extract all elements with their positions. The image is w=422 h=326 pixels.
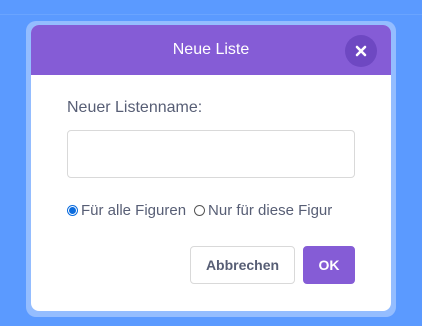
close-button[interactable]	[345, 35, 377, 67]
radio-all-sprites-label: Für alle Figuren	[81, 202, 187, 219]
dialog-title: Neue Liste	[172, 41, 250, 58]
close-icon	[355, 45, 367, 57]
radio-button-unchecked[interactable]	[194, 205, 206, 216]
new-list-dialog: Neue Liste Neuer Listenname: Für alle Fi…	[31, 25, 391, 311]
scope-radio-group: Für alle Figuren Nur für diese Figur	[67, 202, 332, 219]
list-name-input[interactable]	[67, 130, 355, 178]
cancel-button[interactable]: Abbrechen	[190, 246, 295, 284]
ok-button[interactable]: OK	[303, 246, 355, 284]
list-name-label: Neuer Listenname:	[67, 99, 203, 116]
radio-all-sprites[interactable]: Für alle Figuren	[67, 202, 186, 219]
dialog-header: Neue Liste	[31, 25, 391, 75]
radio-button-checked[interactable]	[67, 205, 78, 216]
page-top-strip	[0, 0, 422, 15]
radio-this-sprite-only-label: Nur für diese Figur	[208, 202, 333, 219]
radio-this-sprite-only[interactable]: Nur für diese Figur	[194, 202, 332, 219]
